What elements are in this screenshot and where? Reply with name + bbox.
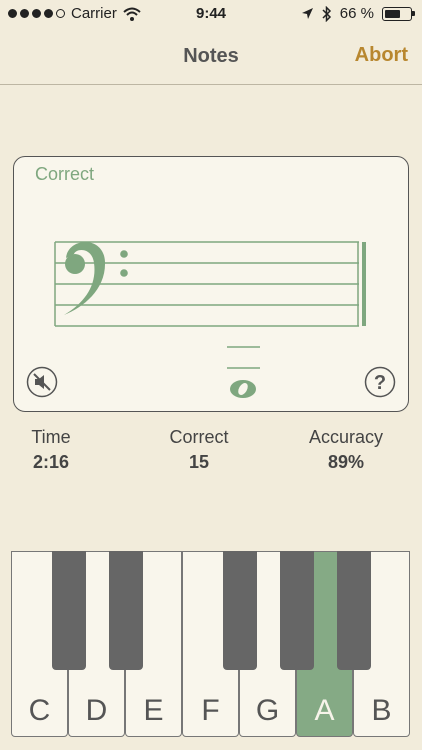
help-icon: ? <box>364 366 396 398</box>
help-button[interactable]: ? <box>364 366 396 398</box>
mute-button[interactable] <box>26 366 58 398</box>
whole-note-icon <box>230 380 256 398</box>
navigation-bar: Notes Abort <box>0 28 422 85</box>
stat-time: Time 2:16 <box>0 427 116 473</box>
bluetooth-icon <box>322 5 331 22</box>
stat-correct: Correct 15 <box>134 427 264 473</box>
key-label: G <box>255 694 280 727</box>
key-label: C <box>28 694 51 727</box>
abort-button[interactable]: Abort <box>355 44 408 67</box>
black-key-f-sharp[interactable] <box>223 551 257 670</box>
location-arrow-icon <box>301 8 313 19</box>
stat-accuracy-value: 89% <box>327 452 365 472</box>
music-staff <box>54 241 366 398</box>
stat-correct-value: 15 <box>188 452 210 472</box>
key-label: E <box>143 694 164 727</box>
status-right: 66 % <box>301 5 415 22</box>
speaker-muted-icon <box>26 366 58 398</box>
battery-percent: 66 % <box>339 5 374 22</box>
end-barline <box>357 242 366 326</box>
stat-accuracy-label: Accuracy <box>308 427 384 447</box>
help-label: ? <box>374 372 386 394</box>
key-label: B <box>371 694 392 727</box>
bass-clef-icon <box>64 241 128 315</box>
key-label: D <box>85 694 108 727</box>
exercise-card: Correct ? <box>13 156 409 412</box>
black-key-d-sharp[interactable] <box>109 551 143 670</box>
black-key-g-sharp[interactable] <box>280 551 314 670</box>
status-bar: Carrier 9:44 66 % <box>0 0 422 28</box>
black-key-a-sharp[interactable] <box>337 551 371 670</box>
key-label: A <box>314 694 335 727</box>
battery-icon <box>382 6 415 21</box>
piano-keyboard: C D E F G A B <box>11 551 410 737</box>
key-label: F <box>201 694 220 727</box>
battery-tip <box>412 11 415 16</box>
ledger-lines <box>227 346 260 369</box>
black-key-c-sharp[interactable] <box>52 551 86 670</box>
stat-time-label: Time <box>31 427 71 447</box>
stat-accuracy: Accuracy 89% <box>281 427 411 473</box>
battery-fill <box>385 9 400 18</box>
stat-correct-label: Correct <box>169 427 229 447</box>
stat-time-value: 2:16 <box>32 452 70 472</box>
